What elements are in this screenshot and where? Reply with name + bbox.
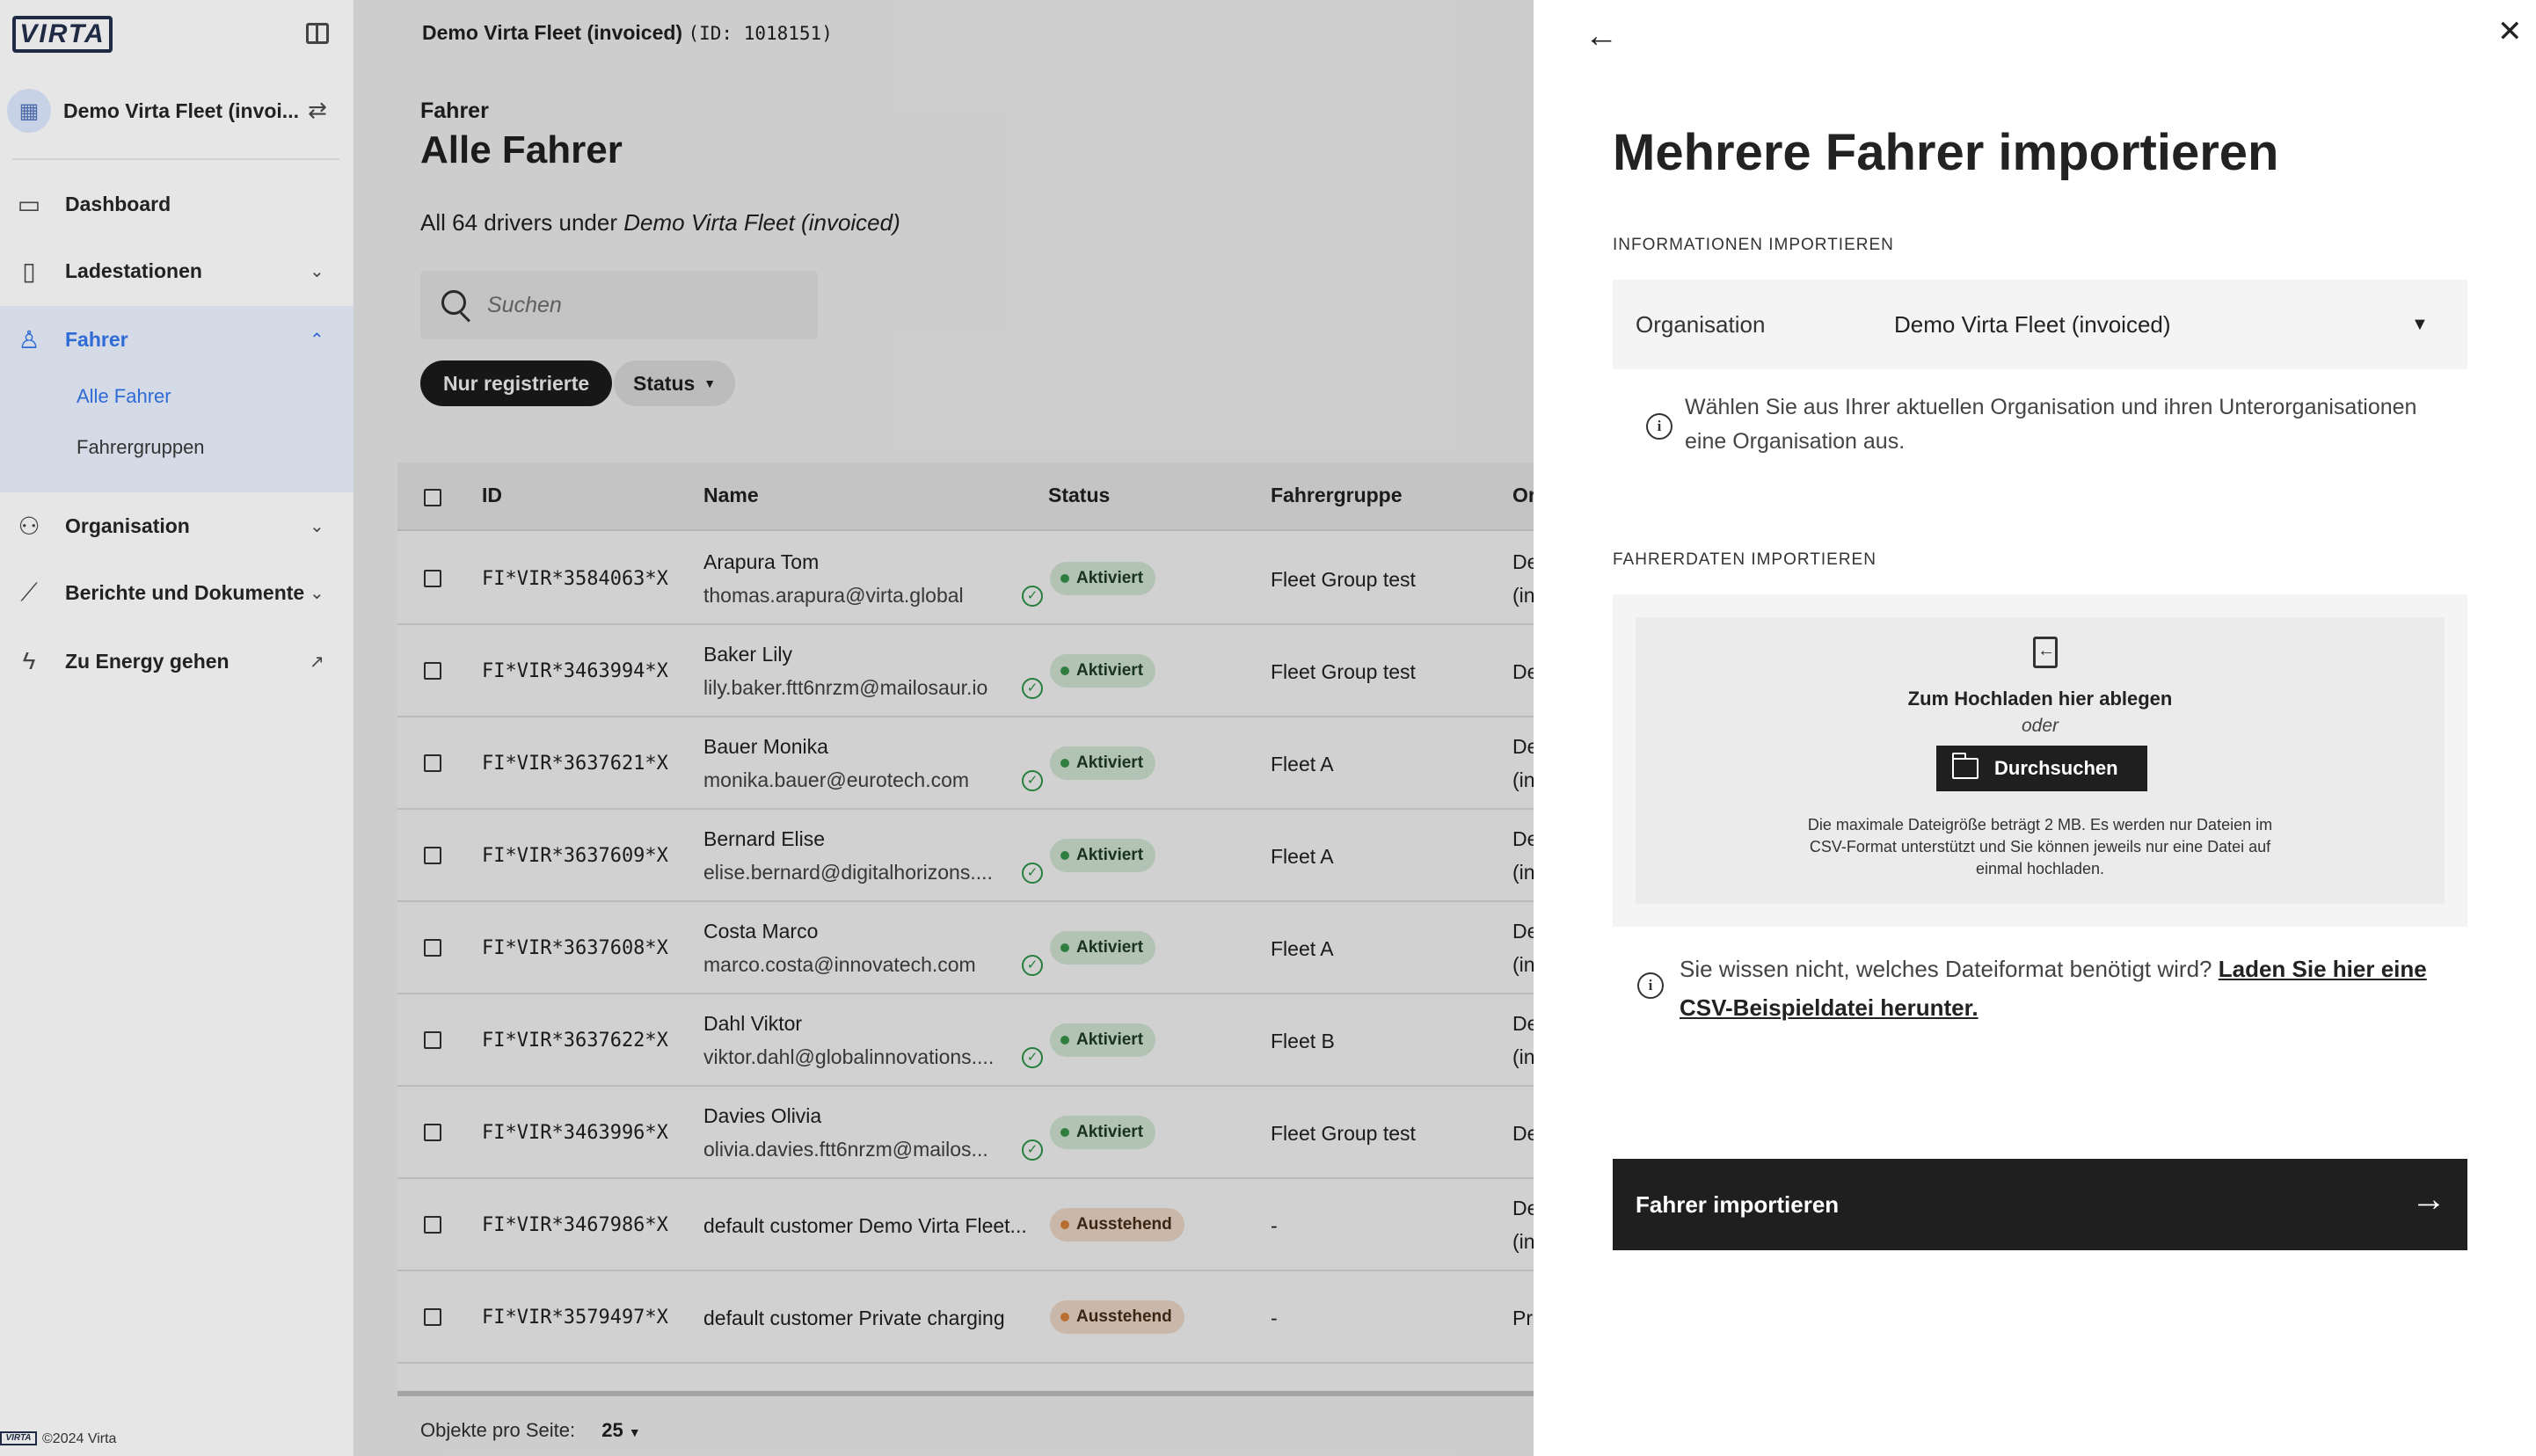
organisation-select-value: Demo Virta Fleet (invoiced): [1894, 311, 2171, 338]
import-drivers-button[interactable]: Fahrer importieren →: [1613, 1159, 2467, 1250]
section-label-data: FAHRERDATEN IMPORTIEREN: [1613, 550, 1876, 569]
chevron-down-icon: ⌄: [310, 261, 324, 281]
sidebar-subnav-fahrer: Alle Fahrer Fahrergruppen: [0, 373, 353, 492]
driver-icon: ♙: [18, 325, 40, 353]
info-icon: i: [1646, 413, 1672, 440]
org-switcher[interactable]: ▦ Demo Virta Fleet (invoi... ⇄: [0, 83, 353, 139]
folder-icon: [1952, 753, 1979, 779]
sidebar-divider: [12, 158, 339, 160]
sidebar-item-label: Zu Energy gehen: [65, 649, 230, 673]
organisation-icon: ⚇: [18, 512, 40, 540]
organisation-select[interactable]: Organisation Demo Virta Fleet (invoiced)…: [1613, 280, 2467, 369]
browse-button-label: Durchsuchen: [1994, 757, 2118, 779]
file-upload-icon: [2033, 637, 2058, 668]
sidebar-item-fahrer[interactable]: ♙ Fahrer ⌃: [0, 306, 353, 373]
browse-button[interactable]: Durchsuchen: [1936, 746, 2147, 791]
organisation-select-label: Organisation: [1636, 311, 1766, 338]
sidebar-subitem-alle-fahrer[interactable]: Alle Fahrer: [77, 385, 171, 408]
sidebar-item-organisation[interactable]: ⚇ Organisation ⌄: [0, 492, 353, 559]
sidebar-subitem-fahrergruppen[interactable]: Fahrergruppen: [77, 436, 205, 459]
csv-hint: Sie wissen nicht, welches Dateiformat be…: [1680, 950, 2453, 1027]
sidebar-item-dashboard[interactable]: ▭ Dashboard: [0, 171, 353, 237]
upload-hint: Die maximale Dateigröße beträgt 2 MB. Es…: [1807, 816, 2273, 877]
chevron-down-icon: ⌄: [310, 583, 324, 603]
section-label-info: INFORMATIONEN IMPORTIEREN: [1613, 236, 1894, 254]
dropzone-or: oder: [2021, 716, 2059, 736]
upload-panel: Zum Hochladen hier ablegen oder Durchsuc…: [1613, 594, 2467, 927]
drawer-title: Mehrere Fahrer importieren: [1613, 124, 2279, 181]
import-button-label: Fahrer importieren: [1636, 1190, 1840, 1218]
footer-logo: VIRTA: [0, 1431, 37, 1445]
main-content: Demo Virta Fleet (invoiced) (ID: 1018151…: [353, 0, 1887, 1456]
sidebar-item-berichte[interactable]: ⟋ Berichte und Dokumente ⌄: [0, 559, 353, 626]
charger-icon: ▯: [22, 257, 36, 285]
org-switcher-name: Demo Virta Fleet (invoi...: [63, 98, 299, 122]
sidebar-collapse-icon[interactable]: [306, 23, 329, 44]
sidebar-item-ladestationen[interactable]: ▯ Ladestationen ⌄: [0, 237, 353, 304]
chevron-up-icon: ⌃: [310, 330, 324, 350]
chevron-down-icon: ⌄: [310, 516, 324, 536]
sidebar-item-label: Fahrer: [65, 327, 128, 351]
info-icon: i: [1637, 972, 1664, 999]
sidebar: VIRTA ▦ Demo Virta Fleet (invoi... ⇄ ▭ D…: [0, 0, 353, 1456]
switch-org-icon[interactable]: ⇄: [308, 97, 327, 124]
sidebar-item-label: Dashboard: [65, 192, 171, 215]
arrow-right-icon: →: [2411, 1180, 2446, 1219]
chart-icon: ⟋: [20, 578, 38, 606]
back-arrow-icon[interactable]: ←: [1585, 18, 1618, 55]
footer-copyright: ©2024 Virta: [42, 1431, 117, 1446]
external-link-icon: ↗: [310, 652, 324, 672]
lightning-icon: ϟ: [22, 647, 36, 674]
dropzone-text: Zum Hochladen hier ablegen: [1907, 688, 2173, 710]
import-drivers-drawer: ← ✕ Mehrere Fahrer importieren INFORMATI…: [1534, 0, 2536, 1456]
dashboard-icon: ▭: [17, 190, 41, 218]
sidebar-item-energy[interactable]: ϟ Zu Energy gehen ↗: [0, 628, 353, 695]
close-icon[interactable]: ✕: [2497, 14, 2523, 49]
sidebar-item-label: Berichte und Dokumente: [65, 580, 305, 604]
file-dropzone[interactable]: Zum Hochladen hier ablegen oder Durchsuc…: [1636, 617, 2445, 904]
caret-down-icon: ▼: [2411, 315, 2429, 334]
virta-logo[interactable]: VIRTA: [12, 16, 113, 53]
sidebar-item-label: Ladestationen: [65, 258, 202, 282]
csv-hint-question: Sie wissen nicht, welches Dateiformat be…: [1680, 956, 2212, 982]
building-icon: ▦: [7, 89, 51, 133]
sidebar-item-label: Organisation: [65, 513, 190, 537]
organisation-info-text: Wählen Sie aus Ihrer aktuellen Organisat…: [1685, 395, 2417, 454]
